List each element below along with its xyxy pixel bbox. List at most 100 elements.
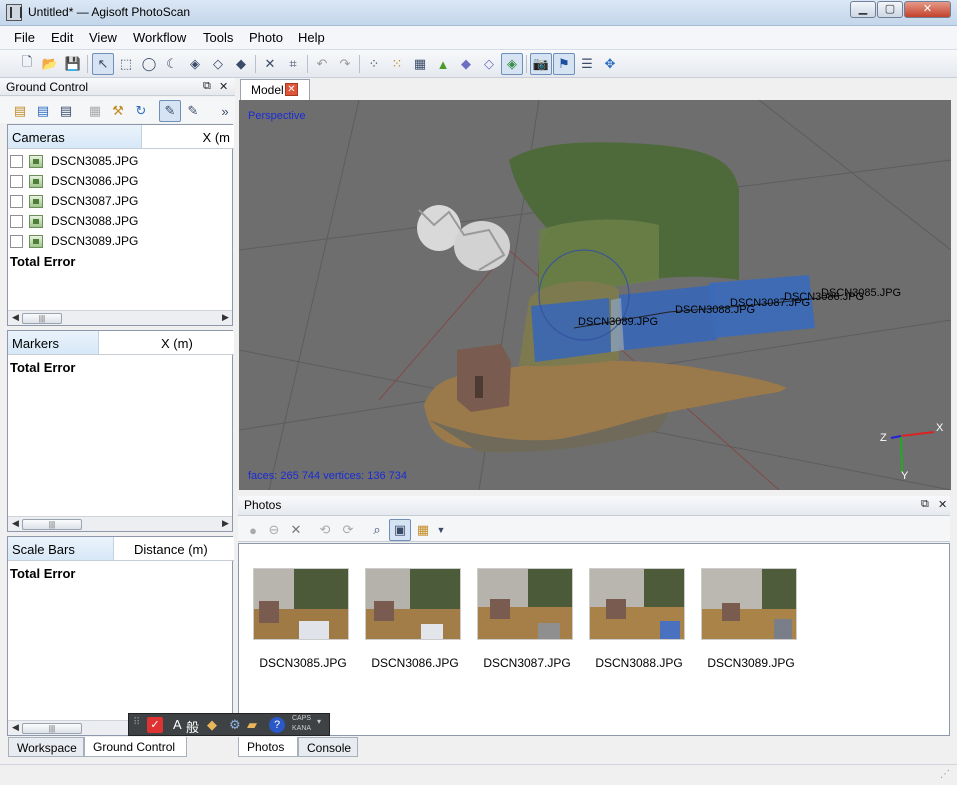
cameras-column-header[interactable]: Cameras bbox=[8, 125, 142, 149]
float-icon[interactable]: ⧉ bbox=[921, 498, 929, 511]
reset-view-icon[interactable]: ✥ bbox=[599, 53, 621, 75]
textured-model-icon[interactable]: ◈ bbox=[501, 53, 523, 75]
scale-bars-column-header[interactable]: Scale Bars bbox=[8, 537, 114, 561]
tab-photos[interactable]: Photos bbox=[238, 737, 298, 757]
checkbox[interactable] bbox=[10, 154, 23, 168]
scroll-thumb[interactable]: ||| bbox=[22, 723, 82, 734]
options-icon[interactable]: ▾ bbox=[317, 717, 321, 726]
resize-region-icon[interactable]: ◇ bbox=[207, 53, 229, 75]
circle-select-icon[interactable]: ◯ bbox=[138, 53, 160, 75]
show-region-icon[interactable]: ☰ bbox=[576, 53, 598, 75]
close-panel-icon[interactable]: ✕ bbox=[219, 80, 228, 93]
tab-ground-control[interactable]: Ground Control bbox=[84, 737, 187, 757]
export-markers-icon[interactable]: ▤ bbox=[55, 100, 77, 122]
tab-workspace[interactable]: Workspace bbox=[8, 737, 84, 757]
photo-thumbnail[interactable]: DSCN3087.JPG bbox=[477, 568, 575, 670]
solid-model-icon[interactable]: ◆ bbox=[455, 53, 477, 75]
binoculars-icon[interactable]: ⌕ bbox=[366, 519, 388, 541]
open-folder-icon[interactable]: 📂 bbox=[39, 53, 61, 75]
undo-icon[interactable]: ↶ bbox=[311, 53, 333, 75]
list-item[interactable]: DSCN3085.JPG bbox=[10, 151, 138, 171]
crop-icon[interactable]: ⌗ bbox=[282, 53, 304, 75]
minimize-button[interactable]: ▁ bbox=[850, 1, 876, 18]
rotate-region-icon[interactable]: ◆ bbox=[230, 53, 252, 75]
point-cloud-icon[interactable]: ⁘ bbox=[363, 53, 385, 75]
free-select-icon[interactable]: ☾ bbox=[161, 53, 183, 75]
tab-console[interactable]: Console bbox=[298, 737, 358, 757]
shaded-model-icon[interactable]: ▲ bbox=[432, 53, 454, 75]
image-icon bbox=[29, 194, 43, 208]
rotate-right-icon[interactable]: ⟳ bbox=[337, 519, 359, 541]
pad-icon[interactable]: ▰ bbox=[247, 717, 257, 733]
scroll-thumb[interactable]: ||| bbox=[22, 519, 82, 530]
wand-icon[interactable]: ⚒ bbox=[107, 100, 129, 122]
menu-view[interactable]: View bbox=[89, 30, 117, 45]
tab-model[interactable]: Model ✕ bbox=[240, 79, 310, 101]
list-item[interactable]: DSCN3088.JPG bbox=[10, 211, 138, 231]
photo-thumbnail[interactable]: DSCN3088.JPG bbox=[589, 568, 687, 670]
view-estimated-icon[interactable]: ✎ bbox=[182, 100, 204, 122]
resize-grip-icon[interactable]: ⋰ bbox=[940, 769, 950, 780]
markers-hscroll[interactable]: ◀ ||| ▶ bbox=[8, 516, 232, 531]
checkbox[interactable] bbox=[10, 234, 23, 248]
menu-help[interactable]: Help bbox=[298, 30, 325, 45]
tools-icon[interactable]: ⚙ bbox=[229, 717, 241, 733]
photo-thumbnail[interactable]: DSCN3089.JPG bbox=[701, 568, 799, 670]
export-icon[interactable]: ▤ bbox=[32, 100, 54, 122]
checkbox[interactable] bbox=[10, 174, 23, 188]
rect-select-icon[interactable]: ⬚ bbox=[115, 53, 137, 75]
delete-icon[interactable]: ✕ bbox=[259, 53, 281, 75]
ime-icon[interactable]: ✓ bbox=[147, 717, 163, 733]
scroll-thumb[interactable]: ||| bbox=[22, 313, 62, 324]
maximize-button[interactable]: ▢ bbox=[877, 1, 903, 18]
menu-file[interactable]: File bbox=[14, 30, 35, 45]
dictionary-icon[interactable]: ◆ bbox=[207, 717, 217, 733]
list-item[interactable]: DSCN3089.JPG bbox=[10, 231, 138, 251]
conversion-mode[interactable]: 般 bbox=[186, 717, 199, 736]
disable-icon[interactable]: ⊖ bbox=[263, 519, 285, 541]
photo-thumbnail[interactable]: DSCN3086.JPG bbox=[365, 568, 463, 670]
markers-column-header[interactable]: Markers bbox=[8, 331, 99, 355]
close-tab-icon[interactable]: ✕ bbox=[285, 83, 298, 96]
float-icon[interactable]: ⧉ bbox=[203, 80, 211, 93]
move-region-icon[interactable]: ◈ bbox=[184, 53, 206, 75]
wireframe-model-icon[interactable]: ◇ bbox=[478, 53, 500, 75]
checkbox[interactable] bbox=[10, 194, 23, 208]
view-photos-icon[interactable]: ▣ bbox=[389, 519, 411, 541]
redo-icon[interactable]: ↷ bbox=[334, 53, 356, 75]
grip-icon[interactable]: ⠿ bbox=[133, 717, 140, 728]
remove-icon[interactable]: ✕ bbox=[285, 519, 307, 541]
input-mode-icon[interactable]: A bbox=[173, 717, 182, 732]
list-item[interactable]: DSCN3087.JPG bbox=[10, 191, 138, 211]
new-file-icon[interactable]: 🗋 bbox=[16, 53, 38, 75]
enable-icon[interactable]: ● bbox=[242, 519, 264, 541]
x-column-header[interactable]: X (m) bbox=[99, 331, 234, 355]
show-cameras-icon[interactable]: 📷 bbox=[530, 53, 552, 75]
dropdown-icon[interactable]: ▼ bbox=[430, 519, 452, 541]
distance-column-header[interactable]: Distance (m) bbox=[114, 537, 234, 561]
import-icon[interactable]: ▤ bbox=[9, 100, 31, 122]
more-icon[interactable]: » bbox=[214, 100, 236, 122]
pointer-tool-icon[interactable]: ↖ bbox=[92, 53, 114, 75]
menu-workflow[interactable]: Workflow bbox=[133, 30, 186, 45]
cameras-hscroll[interactable]: ◀ ||| ▶ bbox=[8, 310, 232, 325]
list-item[interactable]: DSCN3086.JPG bbox=[10, 171, 138, 191]
x-column-header[interactable]: X (m bbox=[142, 125, 234, 149]
model-viewport[interactable]: Perspective faces: 265 744 vertices: 136… bbox=[239, 100, 951, 490]
close-panel-icon[interactable]: ✕ bbox=[938, 498, 947, 511]
menu-photo[interactable]: Photo bbox=[249, 30, 283, 45]
view-source-icon[interactable]: ✎ bbox=[159, 100, 181, 122]
dense-cloud-icon[interactable]: ⁙ bbox=[386, 53, 408, 75]
settings-icon[interactable]: ▦ bbox=[84, 100, 106, 122]
checkbox[interactable] bbox=[10, 214, 23, 228]
rotate-left-icon[interactable]: ⟲ bbox=[314, 519, 336, 541]
menu-edit[interactable]: Edit bbox=[51, 30, 73, 45]
show-markers-icon[interactable]: ⚑ bbox=[553, 53, 575, 75]
help-icon[interactable]: ? bbox=[269, 717, 285, 733]
menu-tools[interactable]: Tools bbox=[203, 30, 233, 45]
refresh-icon[interactable]: ↻ bbox=[130, 100, 152, 122]
close-button[interactable]: ✕ bbox=[904, 1, 951, 18]
save-icon[interactable]: 💾 bbox=[62, 53, 84, 75]
photo-thumbnail[interactable]: DSCN3085.JPG bbox=[253, 568, 351, 670]
dense-cloud-classes-icon[interactable]: ▦ bbox=[409, 53, 431, 75]
